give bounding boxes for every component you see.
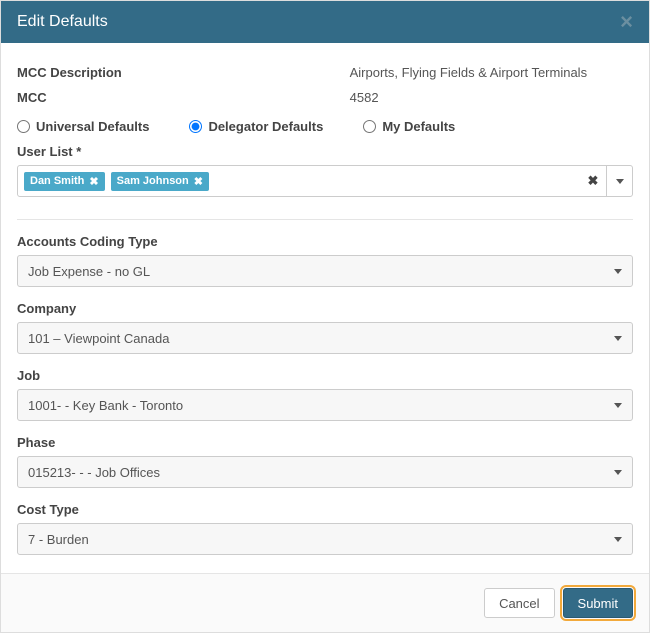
cost-type-label: Cost Type: [17, 502, 633, 517]
user-tag: Sam Johnson ✖: [111, 172, 209, 191]
mcc-value: 4582: [350, 90, 633, 105]
modal-footer: Cancel Submit: [1, 573, 649, 632]
radio-delegator-defaults-label: Delegator Defaults: [208, 119, 323, 134]
job-select[interactable]: 1001- - Key Bank - Toronto: [17, 389, 633, 421]
company-value: 101 – Viewpoint Canada: [28, 331, 169, 346]
accounts-coding-type-select[interactable]: Job Expense - no GL: [17, 255, 633, 287]
cost-type-value: 7 - Burden: [28, 532, 89, 547]
submit-button[interactable]: Submit: [563, 588, 633, 618]
user-list-label: User List *: [17, 144, 633, 159]
company-select[interactable]: 101 – Viewpoint Canada: [17, 322, 633, 354]
radio-delegator-defaults-input[interactable]: [189, 120, 202, 133]
close-icon[interactable]: ×: [620, 11, 633, 33]
user-list-tags[interactable]: Dan Smith ✖ Sam Johnson ✖: [18, 166, 580, 196]
radio-my-defaults[interactable]: My Defaults: [363, 119, 455, 134]
phase-value: 015213- - - Job Offices: [28, 465, 160, 480]
modal-body: MCC Description Airports, Flying Fields …: [1, 43, 649, 573]
accounts-coding-type-group: Accounts Coding Type Job Expense - no GL: [17, 234, 633, 287]
cost-type-group: Cost Type 7 - Burden: [17, 502, 633, 555]
modal-header: Edit Defaults ×: [1, 1, 649, 43]
defaults-radio-group: Universal Defaults Delegator Defaults My…: [17, 119, 633, 134]
user-list-field[interactable]: Dan Smith ✖ Sam Johnson ✖ ✖: [17, 165, 633, 197]
job-label: Job: [17, 368, 633, 383]
clear-all-icon[interactable]: ✖: [580, 166, 606, 196]
remove-tag-icon[interactable]: ✖: [89, 175, 98, 188]
phase-group: Phase 015213- - - Job Offices: [17, 435, 633, 488]
mcc-description-row: MCC Description Airports, Flying Fields …: [17, 65, 633, 80]
cost-type-select[interactable]: 7 - Burden: [17, 523, 633, 555]
edit-defaults-modal: Edit Defaults × MCC Description Airports…: [0, 0, 650, 633]
user-tag: Dan Smith ✖: [24, 172, 105, 191]
user-tag-label: Sam Johnson: [117, 175, 189, 187]
modal-title: Edit Defaults: [17, 13, 108, 31]
radio-universal-defaults[interactable]: Universal Defaults: [17, 119, 149, 134]
job-value: 1001- - Key Bank - Toronto: [28, 398, 183, 413]
radio-my-defaults-input[interactable]: [363, 120, 376, 133]
cancel-button[interactable]: Cancel: [484, 588, 554, 618]
radio-delegator-defaults[interactable]: Delegator Defaults: [189, 119, 323, 134]
user-list-dropdown-toggle[interactable]: [606, 166, 632, 196]
radio-universal-defaults-input[interactable]: [17, 120, 30, 133]
radio-my-defaults-label: My Defaults: [382, 119, 455, 134]
job-group: Job 1001- - Key Bank - Toronto: [17, 368, 633, 421]
section-divider: [17, 219, 633, 220]
phase-select[interactable]: 015213- - - Job Offices: [17, 456, 633, 488]
mcc-row: MCC 4582: [17, 90, 633, 105]
mcc-description-value: Airports, Flying Fields & Airport Termin…: [350, 65, 633, 80]
mcc-description-label: MCC Description: [17, 65, 350, 80]
user-tag-label: Dan Smith: [30, 175, 84, 187]
accounts-coding-type-label: Accounts Coding Type: [17, 234, 633, 249]
company-group: Company 101 – Viewpoint Canada: [17, 301, 633, 354]
radio-universal-defaults-label: Universal Defaults: [36, 119, 149, 134]
accounts-coding-type-value: Job Expense - no GL: [28, 264, 150, 279]
company-label: Company: [17, 301, 633, 316]
mcc-label: MCC: [17, 90, 350, 105]
remove-tag-icon[interactable]: ✖: [194, 175, 203, 188]
chevron-down-icon: [616, 179, 624, 184]
phase-label: Phase: [17, 435, 633, 450]
